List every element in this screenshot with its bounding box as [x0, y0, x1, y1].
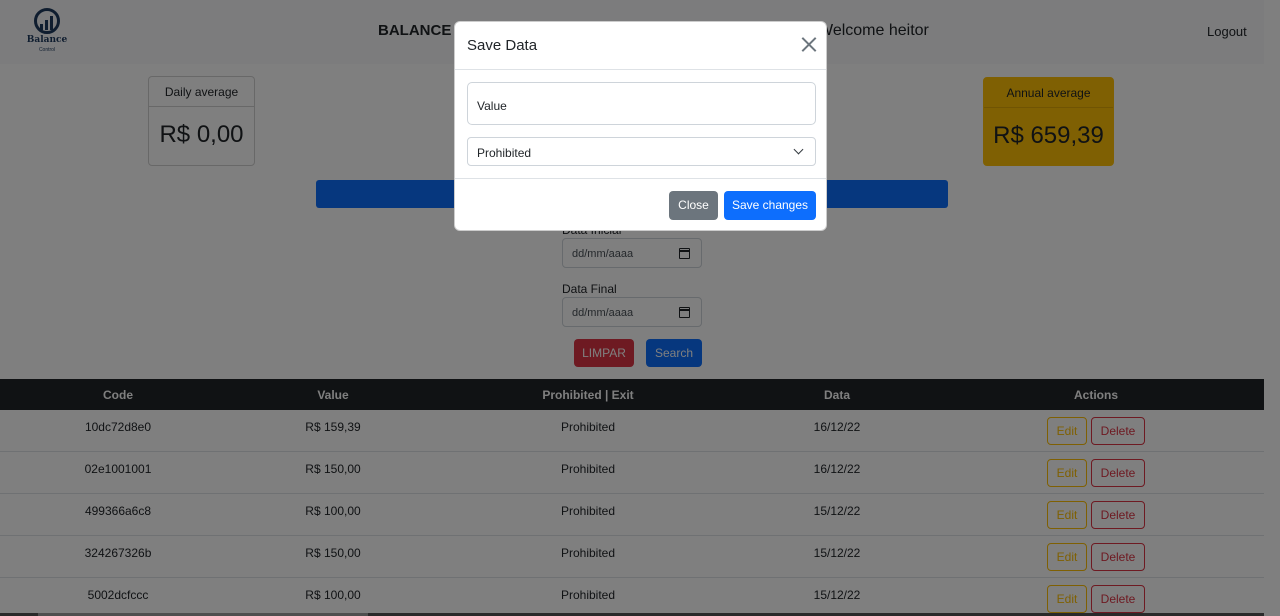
type-select[interactable]: Prohibited	[467, 137, 816, 166]
save-data-modal: Save Data Value Prohibited Close Save ch…	[454, 21, 827, 231]
modal-footer-divider	[455, 178, 826, 179]
close-icon[interactable]	[801, 36, 818, 53]
save-changes-button[interactable]: Save changes	[724, 191, 816, 220]
value-input[interactable]: Value	[467, 82, 816, 125]
chevron-down-icon	[793, 144, 804, 155]
modal-title: Save Data	[467, 37, 538, 54]
close-button[interactable]: Close	[669, 191, 718, 220]
modal-header: Save Data	[455, 22, 826, 70]
type-select-value: Prohibited	[477, 146, 532, 160]
value-placeholder: Value	[477, 99, 507, 113]
